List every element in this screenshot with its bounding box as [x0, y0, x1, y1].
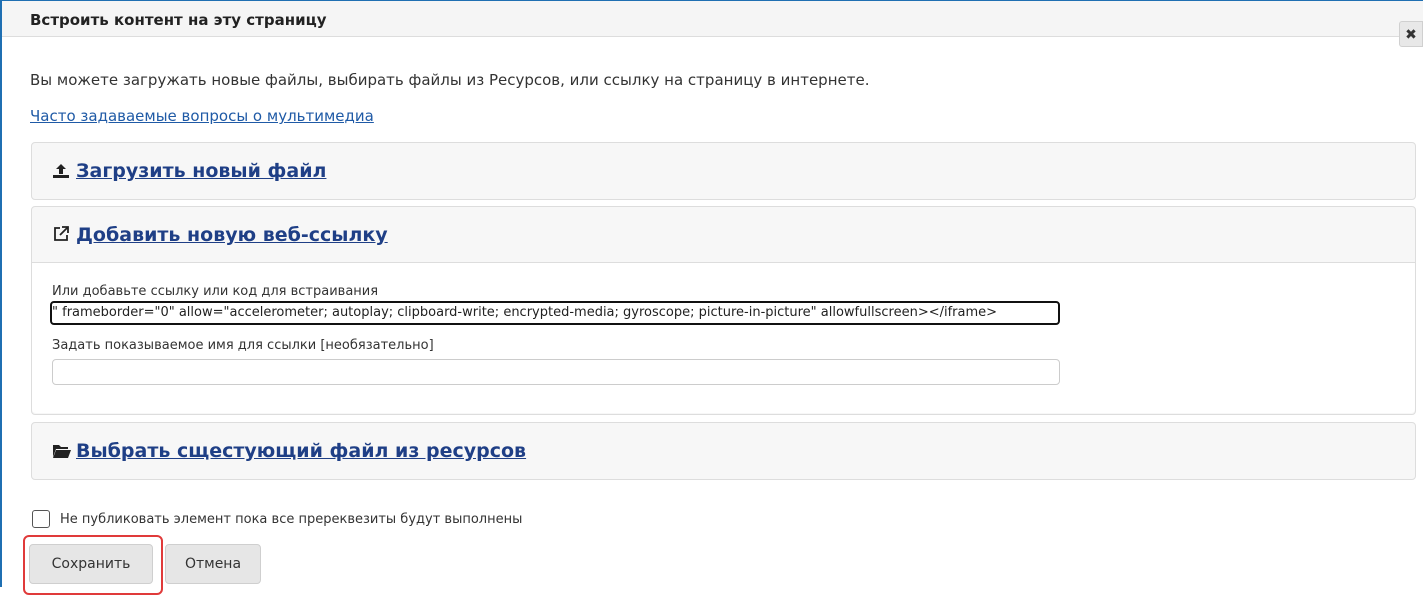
folder-open-icon — [52, 442, 72, 464]
faq-link[interactable]: Часто задаваемые вопросы о мультимедиа — [30, 107, 374, 125]
web-link-panel: Добавить новую веб-ссылку Или добавьте с… — [31, 206, 1416, 415]
add-web-link-link[interactable]: Добавить новую веб-ссылку — [52, 224, 388, 248]
choose-existing-file-link[interactable]: Выбрать сщестующий файл из ресурсов — [52, 440, 526, 464]
embed-code-label: Или добавьте ссылку или код для встраива… — [52, 284, 379, 299]
embed-content-dialog: Встроить контент на эту страницу ✖ Вы мо… — [0, 0, 1423, 595]
upload-panel: Загрузить новый файл — [31, 142, 1416, 200]
embed-code-input[interactable]: " frameborder="0" allow="accelerometer; … — [50, 301, 1060, 325]
save-button[interactable]: Сохранить — [29, 544, 153, 584]
prerequisites-label: Не публиковать элемент пока все пререкве… — [60, 511, 523, 527]
cancel-button[interactable]: Отмена — [165, 544, 261, 584]
prerequisites-row: Не публиковать элемент пока все пререкве… — [32, 509, 522, 529]
dialog-header: Встроить контент на эту страницу ✖ — [2, 1, 1423, 47]
web-link-label: Добавить новую веб-ссылку — [76, 224, 388, 246]
intro-text: Вы можете загружать новые файлы, выбират… — [30, 71, 870, 89]
display-name-input[interactable] — [52, 359, 1060, 385]
resources-link-label: Выбрать сщестующий файл из ресурсов — [76, 440, 527, 462]
dialog-title: Встроить контент на эту страницу — [30, 11, 327, 29]
resources-panel-heading: Выбрать сщестующий файл из ресурсов — [32, 423, 1415, 479]
resources-panel: Выбрать сщестующий файл из ресурсов — [31, 422, 1416, 480]
embed-code-value: " frameborder="0" allow="accelerometer; … — [52, 305, 998, 320]
display-name-label: Задать показываемое имя для ссылки [необ… — [52, 338, 434, 353]
close-icon[interactable]: ✖ — [1399, 21, 1423, 47]
upload-new-file-link[interactable]: Загрузить новый файл — [52, 160, 326, 184]
web-link-panel-body: Или добавьте ссылку или код для встраива… — [32, 263, 1415, 413]
upload-panel-heading: Загрузить новый файл — [32, 143, 1415, 199]
external-link-icon — [52, 225, 72, 248]
upload-link-label: Загрузить новый файл — [76, 160, 327, 182]
web-link-panel-heading: Добавить новую веб-ссылку — [32, 207, 1415, 263]
prerequisites-checkbox[interactable] — [32, 510, 50, 528]
upload-icon — [52, 162, 72, 184]
